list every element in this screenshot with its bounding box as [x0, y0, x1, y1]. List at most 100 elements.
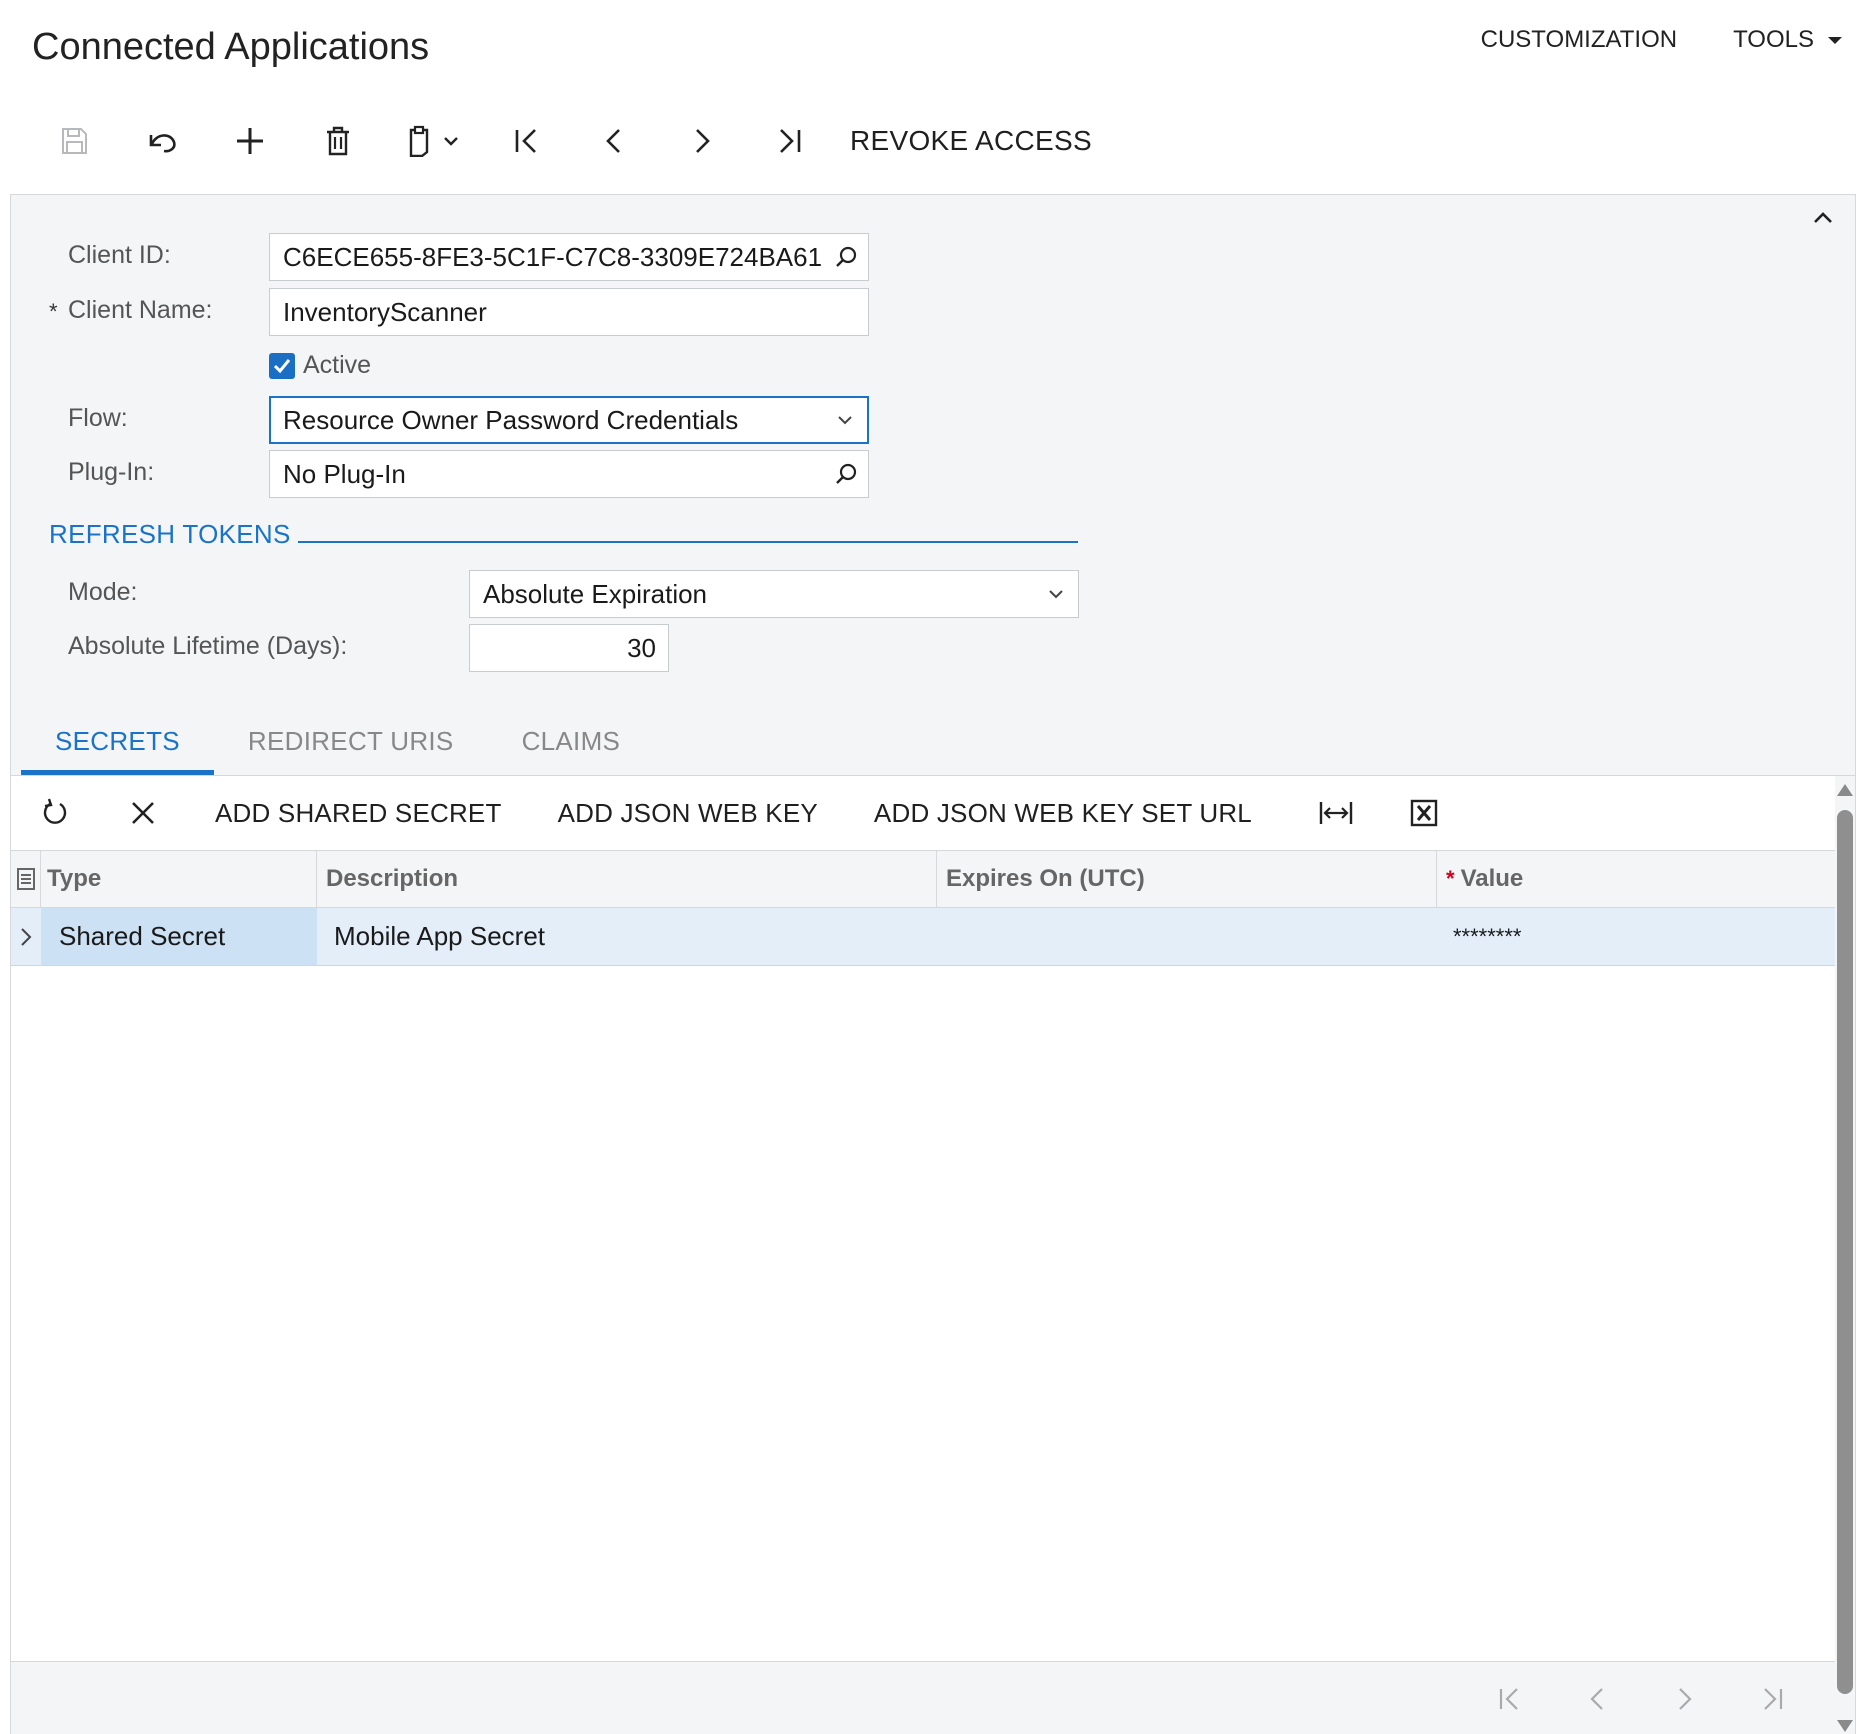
- tab-bar: SECRETS REDIRECT URIS CLAIMS: [21, 715, 654, 775]
- first-page-button[interactable]: [1465, 1662, 1553, 1734]
- undo-icon: [149, 134, 176, 153]
- column-settings-icon: [16, 868, 35, 890]
- export-excel-button[interactable]: [1380, 776, 1468, 850]
- scroll-up-arrow-icon[interactable]: [1837, 784, 1853, 796]
- first-page-icon: [1499, 1688, 1518, 1710]
- next-record-icon: [696, 129, 710, 153]
- checkmark-icon: [273, 358, 291, 373]
- grid-header: Type Description Expires On (UTC) * Valu…: [11, 850, 1835, 908]
- main-toolbar: REVOKE ACCESS: [30, 116, 1092, 166]
- column-chooser-button[interactable]: [11, 851, 41, 907]
- chevron-down-icon: [1049, 590, 1063, 599]
- scroll-down-arrow-icon[interactable]: [1837, 1720, 1853, 1732]
- active-checkbox-group: Active: [269, 351, 371, 380]
- first-record-button[interactable]: [482, 116, 570, 166]
- column-header-type[interactable]: Type: [41, 851, 317, 907]
- last-record-button[interactable]: [746, 116, 834, 166]
- refresh-icon: [43, 798, 67, 824]
- next-record-button[interactable]: [658, 116, 746, 166]
- flow-value: Resource Owner Password Credentials: [283, 404, 739, 435]
- fit-columns-button[interactable]: [1292, 776, 1380, 850]
- tools-menu-label: TOOLS: [1733, 26, 1814, 53]
- previous-record-icon: [606, 129, 620, 153]
- column-header-value-label: Value: [1460, 865, 1524, 892]
- section-divider: [298, 541, 1078, 543]
- add-json-web-key-button[interactable]: ADD JSON WEB KEY: [530, 798, 846, 829]
- secrets-grid: ADD SHARED SECRET ADD JSON WEB KEY ADD J…: [11, 776, 1835, 1734]
- column-header-description[interactable]: Description: [317, 851, 937, 907]
- column-header-value[interactable]: * Value: [1437, 851, 1825, 907]
- last-page-icon: [1764, 1688, 1783, 1710]
- client-id-value: C6ECE655-8FE3-5C1F-C7C8-3309E724BA61: [283, 241, 823, 272]
- revoke-access-button[interactable]: REVOKE ACCESS: [850, 125, 1092, 157]
- undo-button[interactable]: [118, 116, 206, 166]
- form-panel: Client ID: C6ECE655-8FE3-5C1F-C7C8-3309E…: [10, 194, 1856, 1734]
- last-page-button[interactable]: [1729, 1662, 1817, 1734]
- mode-select[interactable]: Absolute Expiration: [469, 570, 1079, 618]
- active-label: Active: [303, 351, 372, 379]
- previous-page-icon: [1590, 1688, 1603, 1710]
- absolute-lifetime-field[interactable]: 30: [469, 624, 669, 672]
- plugin-value: No Plug-In: [283, 458, 406, 489]
- add-json-web-key-set-url-button[interactable]: ADD JSON WEB KEY SET URL: [846, 798, 1280, 829]
- previous-record-button[interactable]: [570, 116, 658, 166]
- cell-type[interactable]: Shared Secret: [41, 908, 317, 965]
- save-button[interactable]: [30, 116, 118, 166]
- scrollbar-thumb[interactable]: [1837, 810, 1853, 1694]
- required-marker: *: [49, 299, 58, 324]
- table-row[interactable]: Shared Secret Mobile App Secret ********: [11, 908, 1835, 966]
- refresh-tokens-section-title: REFRESH TOKENS: [49, 519, 291, 549]
- add-button[interactable]: [206, 116, 294, 166]
- pager-buttons: [1465, 1662, 1817, 1734]
- mode-label: Mode:: [68, 578, 138, 606]
- first-record-icon: [515, 129, 536, 153]
- tab-claims[interactable]: CLAIMS: [488, 715, 655, 775]
- active-checkbox[interactable]: [269, 352, 295, 379]
- plugin-lookup-button[interactable]: [824, 452, 868, 496]
- mode-value: Absolute Expiration: [483, 578, 708, 609]
- top-menu: CUSTOMIZATION TOOLS: [1481, 26, 1842, 54]
- add-shared-secret-button[interactable]: ADD SHARED SECRET: [187, 798, 530, 829]
- required-marker: *: [1446, 866, 1455, 891]
- chevron-down-icon: [838, 416, 852, 425]
- cell-expires-on[interactable]: [937, 908, 1437, 965]
- last-record-icon: [780, 129, 801, 153]
- client-id-field[interactable]: C6ECE655-8FE3-5C1F-C7C8-3309E724BA61: [269, 233, 869, 281]
- clipboard-menu-button[interactable]: [382, 116, 482, 166]
- row-expand-button[interactable]: [11, 908, 41, 965]
- search-icon: [836, 463, 857, 484]
- column-header-expires-on[interactable]: Expires On (UTC): [937, 851, 1437, 907]
- tab-secrets[interactable]: SECRETS: [21, 715, 214, 775]
- customization-menu[interactable]: CUSTOMIZATION: [1481, 26, 1677, 54]
- customization-menu-label: CUSTOMIZATION: [1480, 26, 1678, 53]
- plugin-field[interactable]: No Plug-In: [269, 450, 869, 498]
- client-id-label: Client ID:: [68, 241, 171, 269]
- delete-icon: [327, 126, 349, 156]
- next-page-button[interactable]: [1641, 1662, 1729, 1734]
- collapse-panel-button[interactable]: [1813, 211, 1833, 225]
- tools-menu[interactable]: TOOLS: [1733, 26, 1842, 54]
- close-icon: [132, 802, 154, 824]
- chevron-down-icon: [444, 137, 458, 146]
- next-page-icon: [1679, 1688, 1692, 1710]
- cell-value[interactable]: ********: [1437, 908, 1522, 965]
- plugin-label: Plug-In:: [68, 458, 155, 486]
- grid-pager: [11, 1661, 1835, 1734]
- chevron-up-icon: [1814, 212, 1832, 223]
- absolute-lifetime-value: 30: [627, 632, 656, 663]
- cell-description[interactable]: Mobile App Secret: [317, 908, 937, 965]
- refresh-button[interactable]: [11, 776, 99, 850]
- delete-button[interactable]: [294, 116, 382, 166]
- previous-page-button[interactable]: [1553, 1662, 1641, 1734]
- flow-dropdown-button[interactable]: [823, 398, 867, 442]
- mode-dropdown-button[interactable]: [1034, 572, 1078, 616]
- tab-redirect-uris[interactable]: REDIRECT URIS: [214, 715, 488, 775]
- flow-select[interactable]: Resource Owner Password Credentials: [269, 396, 869, 444]
- save-icon: [62, 128, 87, 154]
- client-name-value: InventoryScanner: [283, 296, 487, 327]
- client-name-field[interactable]: InventoryScanner: [269, 288, 869, 336]
- client-id-lookup-button[interactable]: [824, 235, 868, 279]
- grid-scrollbar[interactable]: [1834, 782, 1856, 1734]
- add-icon: [237, 128, 263, 154]
- delete-row-button[interactable]: [99, 776, 187, 850]
